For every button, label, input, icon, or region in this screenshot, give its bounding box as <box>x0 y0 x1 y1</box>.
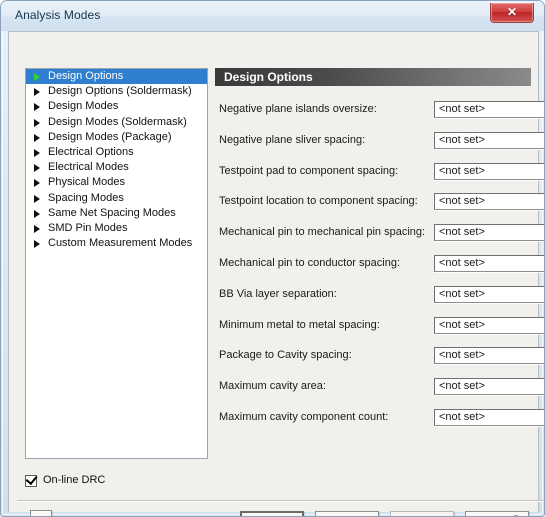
cancel-button[interactable]: Cancel <box>315 511 379 516</box>
analysis-modes-tree[interactable]: Design Options Design Options (Soldermask… <box>25 68 208 459</box>
tree-item-label: Design Modes (Soldermask) <box>48 115 187 128</box>
tree-item-label: Design Modes <box>48 100 119 113</box>
footer-divider <box>17 500 544 502</box>
field-input[interactable]: <not set> <box>434 193 544 211</box>
field-input[interactable]: <not set> <box>434 378 544 396</box>
tree-item-label: Spacing Modes <box>48 191 124 204</box>
expand-arrow-icon[interactable] <box>34 103 40 112</box>
field-value: <not set> <box>439 380 485 393</box>
help-icon-button[interactable]: ? <box>30 510 52 516</box>
online-drc-checkbox[interactable] <box>25 472 38 487</box>
field-input[interactable]: <not set> <box>434 285 544 303</box>
tree-item[interactable]: Spacing Modes <box>26 191 207 206</box>
field-row: Mechanical pin to conductor spacing: <not… <box>215 255 544 273</box>
tree-item-label: Same Net Spacing Modes <box>48 206 176 219</box>
field-value: <not set> <box>439 318 485 331</box>
field-input[interactable]: <not set> <box>434 162 544 180</box>
expand-arrow-icon[interactable] <box>34 88 40 97</box>
field-value: <not set> <box>439 411 485 423</box>
field-value: <not set> <box>439 103 485 115</box>
field-input[interactable]: <not set> <box>434 347 544 365</box>
dialog-window: Analysis Modes ✕ Design Options Design Op… <box>0 0 545 517</box>
tree-item[interactable]: Design Options <box>26 69 207 85</box>
field-value: <not set> <box>439 349 485 362</box>
tree-item-label: Electrical Options <box>48 145 134 158</box>
section-header: Design Options <box>215 68 531 86</box>
field-input[interactable]: <not set> <box>434 255 544 272</box>
expand-arrow-icon[interactable] <box>34 133 40 142</box>
field-value: <not set> <box>439 226 485 239</box>
expand-arrow-icon[interactable] <box>34 148 40 157</box>
field-value: <not set> <box>439 195 485 208</box>
field-row: Maximum cavity component count: <not set> <box>215 409 544 427</box>
tree-item[interactable]: Physical Modes <box>26 175 207 190</box>
field-label: Package to Cavity spacing: <box>219 349 352 362</box>
close-icon: ✕ <box>506 5 518 19</box>
expand-arrow-icon[interactable] <box>34 179 40 188</box>
field-value: <not set> <box>439 164 485 177</box>
section-header-label: Design Options <box>224 70 313 84</box>
field-label: Negative plane sliver spacing: <box>219 133 366 146</box>
tree-item[interactable]: Design Modes (Package) <box>26 130 207 145</box>
tree-item[interactable]: Electrical Options <box>26 145 207 160</box>
tree-item[interactable]: Design Modes (Soldermask) <box>26 115 207 130</box>
detail-panel: Design Options Negative plane islands ov… <box>215 68 544 459</box>
field-value: <not set> <box>439 133 485 146</box>
field-row: Testpoint location to component spacing:… <box>215 193 544 211</box>
field-label: Minimum metal to metal spacing: <box>219 318 380 331</box>
dialog-client-area: Design Options Design Options (Soldermask… <box>8 31 544 516</box>
tree-item-label: Design Options (Soldermask) <box>48 85 192 98</box>
field-input[interactable]: <not set> <box>434 409 544 426</box>
field-label: BB Via layer separation: <box>219 287 337 300</box>
field-label: Maximum cavity area: <box>219 380 326 393</box>
field-value: <not set> <box>439 257 485 269</box>
field-label: Negative plane islands oversize: <box>219 103 377 115</box>
field-input[interactable]: <not set> <box>434 101 544 118</box>
tree-item-label: Electrical Modes <box>48 161 129 174</box>
field-value: <not set> <box>439 287 485 300</box>
check-icon <box>25 472 38 486</box>
tree-item-label: Physical Modes <box>48 176 126 189</box>
field-label: Testpoint pad to component spacing: <box>219 164 399 177</box>
field-label: Mechanical pin to conductor spacing: <box>219 257 400 269</box>
field-input[interactable]: <not set> <box>434 224 544 242</box>
title-bar[interactable]: Analysis Modes ✕ <box>1 1 544 31</box>
tree-item-label: SMD Pin Modes <box>48 221 128 234</box>
field-label: Maximum cavity component count: <box>219 411 389 423</box>
online-drc-label: On-line DRC <box>43 474 106 486</box>
expand-arrow-icon[interactable] <box>34 224 40 233</box>
expand-arrow-icon[interactable] <box>34 73 40 81</box>
ok-button[interactable]: OK <box>240 511 304 516</box>
tree-item[interactable]: SMD Pin Modes <box>26 221 207 236</box>
tree-item-label: Custom Measurement Modes <box>48 237 193 250</box>
field-input[interactable]: <not set> <box>434 131 544 149</box>
tree-item[interactable]: Custom Measurement Modes <box>26 236 207 251</box>
expand-arrow-icon[interactable] <box>34 118 40 127</box>
tree-item[interactable]: Design Modes <box>26 99 207 114</box>
field-row: Testpoint pad to component spacing: <not … <box>215 162 544 181</box>
tree-item-label: Design Modes (Package) <box>48 130 172 143</box>
tree-item[interactable]: Same Net Spacing Modes <box>26 206 207 221</box>
close-button[interactable]: ✕ <box>490 3 534 23</box>
help-button[interactable]: Help <box>465 511 529 516</box>
window-title: Analysis Modes <box>15 8 101 22</box>
tree-item[interactable]: Electrical Modes <box>26 160 207 175</box>
tree-item-label: Design Options <box>48 70 124 82</box>
expand-arrow-icon[interactable] <box>34 164 40 173</box>
field-row: Package to Cavity spacing: <not set> <box>215 347 544 365</box>
expand-arrow-icon[interactable] <box>34 194 40 203</box>
field-label: Testpoint location to component spacing: <box>219 195 418 208</box>
expand-arrow-icon[interactable] <box>34 209 40 218</box>
field-input[interactable]: <not set> <box>434 316 544 334</box>
field-row: Maximum cavity area: <not set> <box>215 378 544 396</box>
expand-arrow-icon[interactable] <box>34 240 40 249</box>
field-row: Mechanical pin to mechanical pin spacing… <box>215 224 544 242</box>
apply-button[interactable]: Apply <box>390 511 454 516</box>
field-row: BB Via layer separation: <not set> <box>215 285 544 304</box>
field-row: Minimum metal to metal spacing: <not set> <box>215 316 544 335</box>
field-row: Negative plane islands oversize: <not set… <box>215 101 544 119</box>
field-row: Negative plane sliver spacing: <not set> <box>215 131 544 150</box>
tree-item[interactable]: Design Options (Soldermask) <box>26 84 207 99</box>
field-label: Mechanical pin to mechanical pin spacing… <box>219 226 426 239</box>
